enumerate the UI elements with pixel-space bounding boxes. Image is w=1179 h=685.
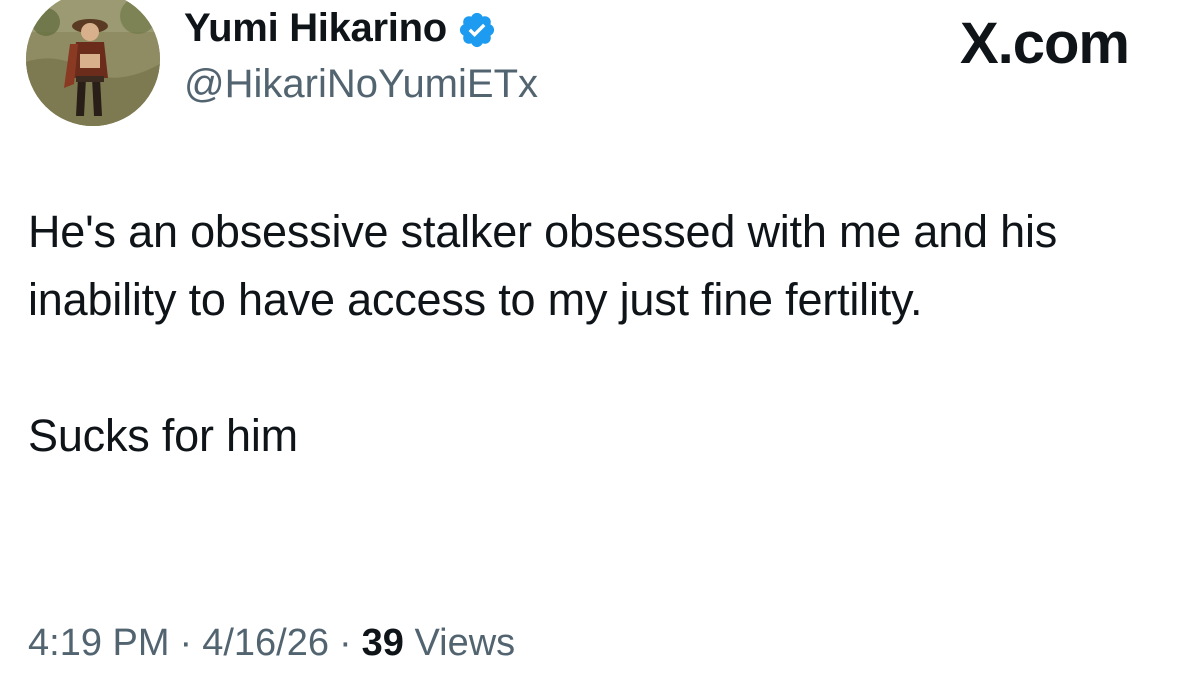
avatar[interactable]	[26, 0, 160, 126]
tweet-date[interactable]: 4/16/26	[202, 622, 329, 664]
tweet-paragraph: He's an obsessive stalker obsessed with …	[28, 206, 1058, 325]
views-count: 39	[361, 622, 404, 664]
meta-separator: ·	[338, 622, 352, 664]
tweet-text: He's an obsessive stalker obsessed with …	[28, 198, 1148, 470]
meta-separator: ·	[179, 622, 193, 664]
avatar-image	[26, 0, 160, 126]
views-label: Views	[414, 622, 516, 664]
tweet-card: Yumi Hikarino @HikariNoYumiETx X.com He'…	[0, 0, 1179, 685]
tweet-time[interactable]: 4:19 PM	[28, 622, 170, 664]
tweet-meta: 4:19 PM · 4/16/26 · 39 Views	[28, 622, 515, 665]
author-name-text: Yumi Hikarino	[184, 6, 447, 50]
tweet-paragraph: Sucks for him	[28, 410, 298, 461]
verified-badge-icon	[457, 10, 497, 50]
author-handle[interactable]: @HikariNoYumiETx	[184, 62, 538, 107]
brand-logo-text: X.com	[959, 11, 1130, 76]
author-name[interactable]: Yumi Hikarino	[184, 6, 497, 51]
